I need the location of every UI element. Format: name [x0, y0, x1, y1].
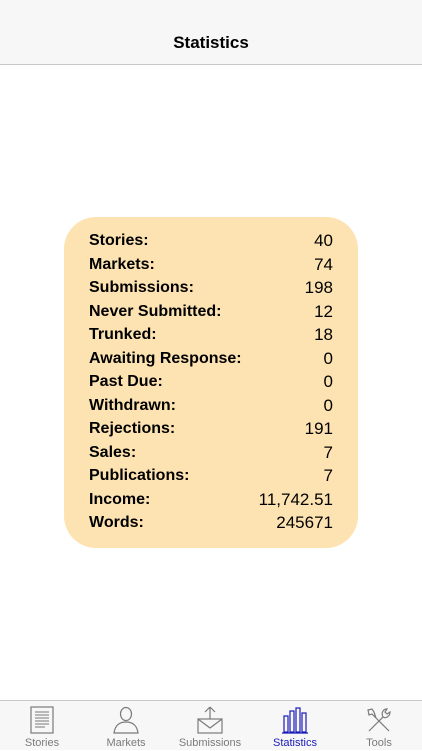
stat-row-sales: Sales: 7 [89, 441, 333, 465]
stat-value: 18 [314, 325, 333, 344]
stat-value: 7 [323, 442, 333, 462]
stat-row-never-submitted: Never Submitted: 12 [89, 300, 333, 324]
tab-tools[interactable]: Tools [337, 701, 421, 751]
stat-label: Words: [89, 514, 144, 531]
bar-chart-icon [282, 707, 308, 734]
tab-stories[interactable]: Stories [0, 701, 84, 751]
tools-icon [367, 708, 391, 732]
statistics-card: Stories: 40 Markets: 74 Submissions: 198… [64, 217, 358, 548]
stat-value: 245671 [276, 513, 333, 532]
stat-row-markets: Markets: 74 [89, 253, 333, 277]
stat-label: Sales: [89, 443, 137, 461]
stat-row-past-due: Past Due: 0 [89, 370, 333, 394]
stat-label: Markets: [89, 255, 155, 273]
stat-label: Publications: [89, 467, 190, 484]
stat-value: 191 [304, 419, 333, 438]
tab-markets[interactable]: Markets [84, 701, 168, 751]
envelope-upload-icon [197, 706, 223, 734]
stat-value: 74 [314, 254, 333, 274]
stat-row-words: Words: 245671 [89, 511, 333, 535]
stat-value: 40 [314, 231, 333, 250]
tab-label: Stories [24, 737, 60, 749]
stat-label: Never Submitted: [89, 302, 222, 320]
document-icon [30, 706, 54, 734]
stat-value: 0 [323, 395, 333, 415]
tab-bar: Stories Markets Submissions Statistics T… [0, 700, 422, 750]
stat-row-trunked: Trunked: 18 [89, 323, 333, 347]
tab-submissions[interactable]: Submissions [168, 701, 252, 751]
stat-label: Awaiting Response: [89, 349, 242, 367]
stat-label: Stories: [89, 232, 149, 249]
tab-statistics[interactable]: Statistics [253, 701, 337, 751]
tab-label: Submissions [178, 737, 242, 749]
stat-label: Withdrawn: [89, 396, 176, 414]
stat-row-rejections: Rejections: 191 [89, 417, 333, 441]
tab-label: Tools [366, 737, 392, 749]
stat-row-awaiting-response: Awaiting Response: 0 [89, 347, 333, 371]
stat-value: 0 [323, 372, 333, 391]
stat-value: 0 [323, 348, 333, 368]
stat-row-withdrawn: Withdrawn: 0 [89, 394, 333, 418]
tab-label: Statistics [272, 737, 317, 749]
stat-label: Income: [89, 490, 151, 508]
stat-label: Past Due: [89, 373, 163, 390]
stat-label: Submissions: [89, 279, 194, 296]
stat-value: 198 [304, 278, 333, 297]
stat-value: 7 [323, 466, 333, 485]
tab-label: Markets [106, 737, 146, 749]
stat-row-publications: Publications: 7 [89, 464, 333, 488]
person-icon [113, 706, 139, 734]
stat-value: 12 [314, 301, 333, 321]
stat-row-stories: Stories: 40 [89, 229, 333, 253]
stat-label: Rejections: [89, 420, 176, 437]
page-title: Statistics [173, 33, 249, 52]
stat-row-income: Income: 11,742.51 [89, 488, 333, 512]
stat-value: 11,742.51 [258, 489, 333, 509]
stat-row-submissions: Submissions: 198 [89, 276, 333, 300]
navigation-bar: Statistics [0, 0, 422, 65]
stat-label: Trunked: [89, 326, 157, 343]
